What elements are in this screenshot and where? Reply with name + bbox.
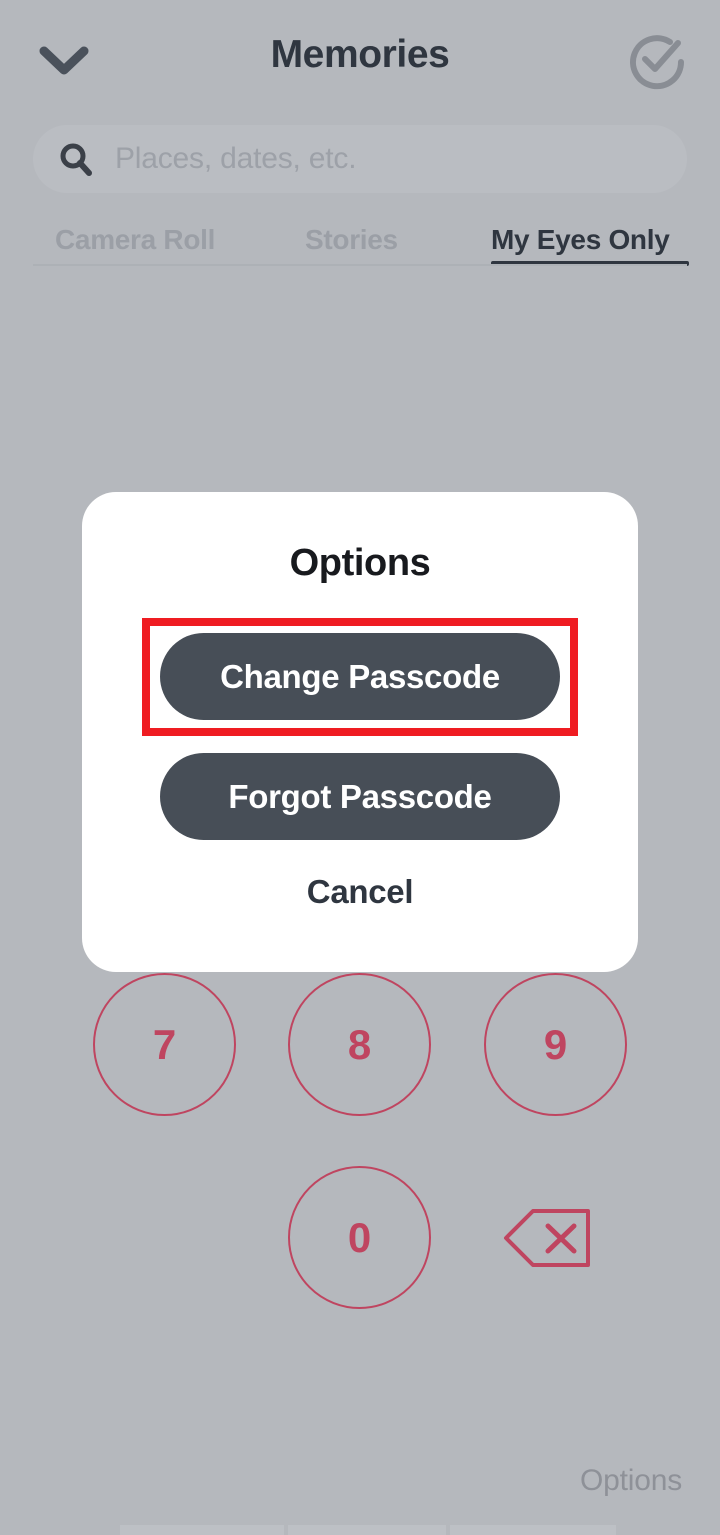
- change-passcode-button[interactable]: Change Passcode: [160, 633, 560, 720]
- forgot-passcode-button[interactable]: Forgot Passcode: [160, 753, 560, 840]
- app-screen: Memories Places, dates, etc. Camera Roll…: [0, 0, 720, 1535]
- dialog-title: Options: [289, 542, 431, 584]
- cancel-button[interactable]: Cancel: [82, 872, 638, 912]
- options-dialog: Options Change Passcode Forgot Passcode …: [82, 492, 638, 972]
